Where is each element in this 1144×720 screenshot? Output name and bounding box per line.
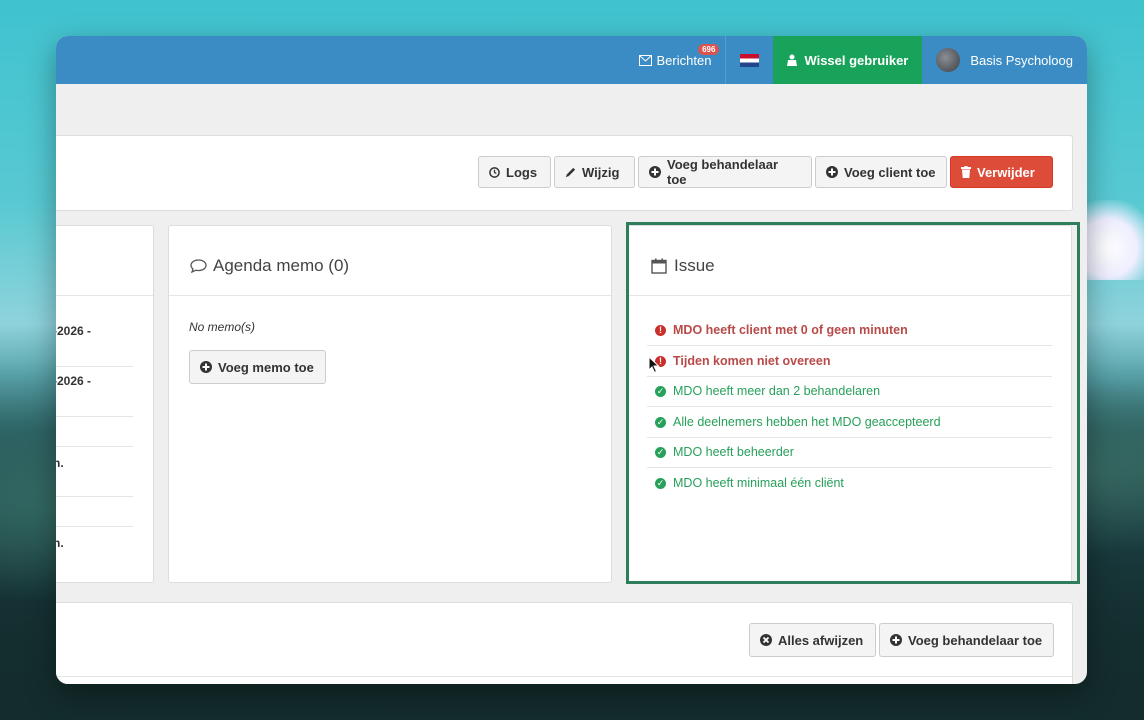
logs-button[interactable]: Logs xyxy=(478,156,551,188)
comment-icon xyxy=(190,259,207,273)
avatar xyxy=(936,48,961,72)
user-name: Basis Psycholoog xyxy=(970,52,1073,68)
agenda-memo-panel: Agenda memo (0) No memo(s) Voeg memo toe xyxy=(168,225,612,583)
row-divider xyxy=(56,496,133,497)
delete-button[interactable]: Verwijder xyxy=(950,156,1053,188)
issue-panel-highlight xyxy=(626,222,1080,584)
edit-button[interactable]: Wijzig xyxy=(554,156,635,188)
language-selector[interactable] xyxy=(725,36,773,84)
add-client-label: Voeg client toe xyxy=(844,164,936,180)
pencil-icon xyxy=(565,167,576,178)
add-client-button[interactable]: Voeg client toe xyxy=(815,156,947,188)
row-divider xyxy=(56,526,133,527)
clock-icon xyxy=(489,166,500,178)
top-navbar: Berichten 696 Wissel gebruiker Basis Psy… xyxy=(56,36,1087,84)
add-practitioner-bottom-button[interactable]: Voeg behandelaar toe xyxy=(879,623,1054,657)
messages-count-badge: 696 xyxy=(698,44,720,55)
add-memo-button[interactable]: Voeg memo toe xyxy=(189,350,326,384)
envelope-icon xyxy=(638,54,652,66)
user-menu[interactable]: Basis Psycholoog xyxy=(922,36,1087,84)
panel-divider xyxy=(56,676,1072,677)
action-toolbar-panel: Logs Wijzig Voeg behandelaar toe Voeg cl… xyxy=(56,135,1073,211)
plus-circle-icon xyxy=(649,166,661,178)
row-divider xyxy=(56,416,133,417)
reject-all-button[interactable]: Alles afwijzen xyxy=(749,623,876,657)
plus-circle-icon xyxy=(890,634,902,646)
detail-row-4: n. xyxy=(56,456,64,470)
messages-nav-item[interactable]: Berichten 696 xyxy=(625,36,726,84)
add-practitioner-label: Voeg behandelaar toe xyxy=(667,157,779,187)
row-divider xyxy=(56,446,133,447)
mouse-cursor-icon xyxy=(648,355,660,379)
memo-title-text: Agenda memo (0) xyxy=(213,256,350,275)
add-practitioner-bottom-label: Voeg behandelaar toe xyxy=(908,632,1043,648)
detail-row-6: n. xyxy=(56,536,64,550)
panel-divider xyxy=(56,295,153,296)
add-practitioner-button[interactable]: Voeg behandelaar toe xyxy=(638,156,812,188)
times-circle-icon xyxy=(760,634,772,646)
dutch-flag-icon xyxy=(740,53,760,67)
trash-icon xyxy=(961,166,971,178)
no-memo-text: No memo(s) xyxy=(189,320,256,334)
user-secret-icon xyxy=(787,54,798,66)
detail-row-1: -2026 - xyxy=(56,324,92,338)
navbar-right: Berichten 696 Wissel gebruiker Basis Psy… xyxy=(625,36,1087,84)
delete-label: Verwijder xyxy=(977,164,1035,180)
logs-label: Logs xyxy=(506,164,538,180)
practitioner-actions-panel: Alles afwijzen Voeg behandelaar toe xyxy=(56,602,1073,684)
add-memo-label: Voeg memo toe xyxy=(218,359,314,375)
detail-row-2: -2026 - xyxy=(56,374,92,388)
plus-circle-icon xyxy=(826,166,838,178)
app-window: Berichten 696 Wissel gebruiker Basis Psy… xyxy=(56,36,1087,684)
edit-label: Wijzig xyxy=(582,164,620,180)
panel-divider xyxy=(169,295,611,296)
memo-panel-title: Agenda memo (0) xyxy=(190,256,349,276)
plus-circle-icon xyxy=(200,361,212,373)
switch-user-button[interactable]: Wissel gebruiker xyxy=(773,36,923,84)
details-panel: -2026 - -2026 - . n. . n. xyxy=(56,225,154,583)
row-divider xyxy=(56,366,133,367)
switch-user-label: Wissel gebruiker xyxy=(804,52,909,68)
reject-all-label: Alles afwijzen xyxy=(778,632,864,648)
